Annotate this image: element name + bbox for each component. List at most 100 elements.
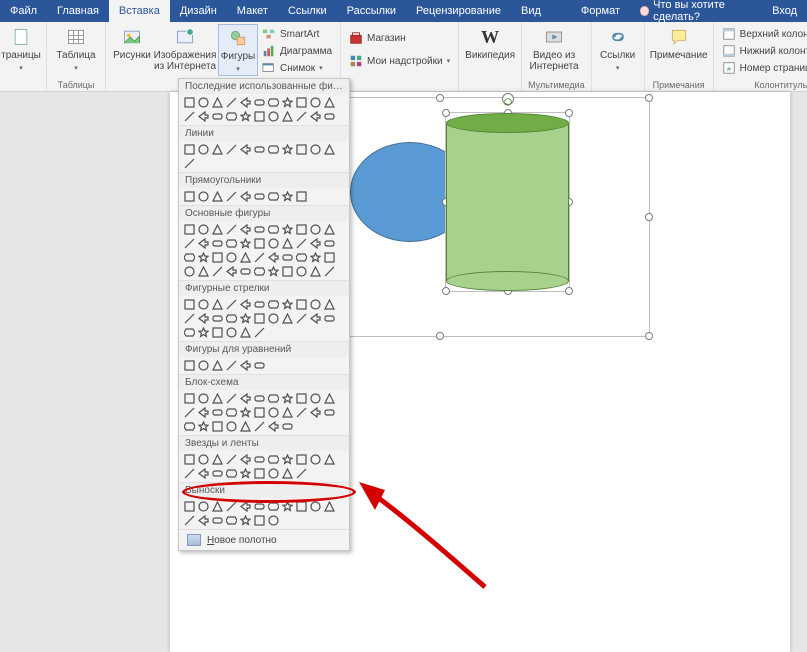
shape-cell[interactable] xyxy=(239,392,252,405)
shape-cell[interactable] xyxy=(197,514,210,527)
online-video-button[interactable]: Видео из Интернета xyxy=(528,24,580,72)
shape-cell[interactable] xyxy=(197,453,210,466)
shape-cell[interactable] xyxy=(309,298,322,311)
shape-cell[interactable] xyxy=(295,392,308,405)
shape-cell[interactable] xyxy=(225,298,238,311)
shape-cell[interactable] xyxy=(211,251,224,264)
shape-cell[interactable] xyxy=(197,406,210,419)
shape-cell[interactable] xyxy=(225,514,238,527)
shape-cell[interactable] xyxy=(211,110,224,123)
smartart-button[interactable]: SmartArt xyxy=(260,26,334,42)
shape-cell[interactable] xyxy=(183,420,196,433)
shape-cell[interactable] xyxy=(267,514,280,527)
comment-button[interactable]: Примечание xyxy=(651,24,707,61)
shape-cell[interactable] xyxy=(211,143,224,156)
store-button[interactable]: Магазин xyxy=(347,30,452,46)
shape-cell[interactable] xyxy=(225,312,238,325)
shape-cell[interactable] xyxy=(239,251,252,264)
shape-cell[interactable] xyxy=(267,251,280,264)
shape-cell[interactable] xyxy=(225,420,238,433)
shape-cell[interactable] xyxy=(309,453,322,466)
shape-cell[interactable] xyxy=(211,392,224,405)
shape-cell[interactable] xyxy=(197,110,210,123)
shape-cell[interactable] xyxy=(323,96,336,109)
shapes-button[interactable]: Фигуры▾ xyxy=(218,24,258,76)
shape-cell[interactable] xyxy=(183,298,196,311)
shape-cell[interactable] xyxy=(183,326,196,339)
shape-cell[interactable] xyxy=(281,500,294,513)
tab-view[interactable]: Вид xyxy=(511,0,551,22)
shape-cell[interactable] xyxy=(295,500,308,513)
chart-button[interactable]: Диаграмма xyxy=(260,43,334,59)
shape-cell[interactable] xyxy=(323,392,336,405)
shape-cell[interactable] xyxy=(309,251,322,264)
shape-cell[interactable] xyxy=(323,453,336,466)
shape-cell[interactable] xyxy=(225,406,238,419)
shape-cell[interactable] xyxy=(239,359,252,372)
shape-cell[interactable] xyxy=(225,392,238,405)
shape-cell[interactable] xyxy=(225,359,238,372)
shape-cell[interactable] xyxy=(211,359,224,372)
shape-cell[interactable] xyxy=(323,223,336,236)
shape-cell[interactable] xyxy=(225,223,238,236)
shape-cell[interactable] xyxy=(281,96,294,109)
shape-cell[interactable] xyxy=(281,143,294,156)
shape-cell[interactable] xyxy=(295,143,308,156)
shape-cell[interactable] xyxy=(267,223,280,236)
shape-cell[interactable] xyxy=(253,392,266,405)
shape-selection-frame[interactable] xyxy=(445,112,570,292)
shape-cell[interactable] xyxy=(323,110,336,123)
shape-cell[interactable] xyxy=(309,237,322,250)
shape-cell[interactable] xyxy=(295,265,308,278)
shape-cell[interactable] xyxy=(253,110,266,123)
shape-cell[interactable] xyxy=(267,96,280,109)
my-addins-button[interactable]: Мои надстройки▾ xyxy=(347,53,452,69)
shape-cell[interactable] xyxy=(183,514,196,527)
footer-button[interactable]: Нижний колонтитул▾ xyxy=(720,43,807,59)
shape-cell[interactable] xyxy=(197,298,210,311)
shape-cell[interactable] xyxy=(211,500,224,513)
rotation-handle[interactable] xyxy=(502,93,514,105)
shape-cell[interactable] xyxy=(225,265,238,278)
shape-cell[interactable] xyxy=(197,223,210,236)
shape-cell[interactable] xyxy=(183,467,196,480)
page-number-button[interactable]: #Номер страницы▾ xyxy=(720,60,807,76)
shape-cell[interactable] xyxy=(183,157,196,170)
shape-cell[interactable] xyxy=(295,298,308,311)
shape-cell[interactable] xyxy=(295,406,308,419)
shape-cell[interactable] xyxy=(309,143,322,156)
shape-cell[interactable] xyxy=(295,96,308,109)
tab-file[interactable]: Файл xyxy=(0,0,47,22)
shape-cell[interactable] xyxy=(323,251,336,264)
shape-cell[interactable] xyxy=(197,96,210,109)
shape-cell[interactable] xyxy=(309,96,322,109)
tab-mailings[interactable]: Рассылки xyxy=(337,0,406,22)
shape-cell[interactable] xyxy=(309,500,322,513)
shape-cell[interactable] xyxy=(253,312,266,325)
shape-cell[interactable] xyxy=(239,96,252,109)
links-button[interactable]: Ссылки▾ xyxy=(598,24,638,74)
shape-cell[interactable] xyxy=(253,359,266,372)
shape-cell[interactable] xyxy=(211,298,224,311)
shape-cell[interactable] xyxy=(295,237,308,250)
shape-cell[interactable] xyxy=(281,223,294,236)
shape-cell[interactable] xyxy=(183,251,196,264)
shape-cell[interactable] xyxy=(267,312,280,325)
shape-cell[interactable] xyxy=(253,467,266,480)
shape-cell[interactable] xyxy=(281,110,294,123)
shape-cell[interactable] xyxy=(267,453,280,466)
shape-cell[interactable] xyxy=(267,110,280,123)
shape-cell[interactable] xyxy=(309,265,322,278)
shape-cell[interactable] xyxy=(281,467,294,480)
shape-cell[interactable] xyxy=(239,453,252,466)
shape-cell[interactable] xyxy=(225,467,238,480)
shape-cell[interactable] xyxy=(183,312,196,325)
shape-cell[interactable] xyxy=(225,237,238,250)
shape-cell[interactable] xyxy=(295,467,308,480)
shape-cell[interactable] xyxy=(183,223,196,236)
shape-cell[interactable] xyxy=(239,326,252,339)
shape-cell[interactable] xyxy=(281,406,294,419)
shape-cell[interactable] xyxy=(281,237,294,250)
shape-cell[interactable] xyxy=(281,453,294,466)
shape-cell[interactable] xyxy=(183,110,196,123)
